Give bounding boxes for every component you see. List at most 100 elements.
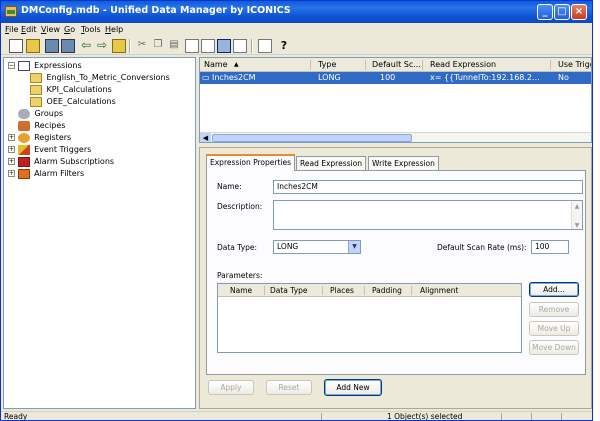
collapse-icon[interactable]: − (8, 62, 15, 69)
scroll-up-icon[interactable]: ▲ (572, 201, 582, 210)
column-header-use-trigger[interactable]: Use Trigg (558, 60, 591, 69)
tree-node-recipes[interactable]: Recipes (18, 120, 65, 131)
properties-panel: Expression Properties Read Expression Wr… (199, 147, 592, 409)
column-header-default-scan[interactable]: Default Sc... (372, 60, 421, 69)
tree-node-alarm-subscriptions[interactable]: + Alarm Subscriptions (8, 156, 114, 167)
menu-view[interactable]: View (41, 25, 60, 34)
tree-node-event-triggers[interactable]: + Event Triggers (8, 144, 91, 155)
toolbar-separator (251, 39, 253, 53)
parameters-table[interactable]: Name Data Type Places Padding Alignment (217, 283, 522, 353)
move-up-button[interactable]: Move Up (529, 321, 579, 336)
status-text: Ready (4, 412, 28, 421)
scroll-left-icon[interactable]: ◀ (200, 133, 211, 142)
horizontal-scrollbar[interactable]: ◀ (200, 132, 591, 142)
add-parameter-button[interactable]: Add... (529, 282, 579, 297)
chevron-down-icon[interactable]: ▼ (348, 241, 360, 253)
tree-node-english-to-metric[interactable]: English_To_Metric_Conversions (30, 72, 170, 83)
menu-tools[interactable]: Tools (81, 25, 101, 34)
param-col-data-type[interactable]: Data Type (270, 286, 308, 295)
disconnect-icon[interactable] (61, 39, 75, 53)
tree-label: Alarm Subscriptions (34, 157, 115, 166)
properties-icon[interactable] (258, 39, 272, 53)
move-down-button[interactable]: Move Down (529, 340, 579, 355)
tree-node-kpi[interactable]: KPI_Calculations (30, 84, 112, 95)
data-type-select[interactable]: LONG ▼ (273, 240, 361, 254)
scroll-down-icon[interactable]: ▼ (572, 220, 582, 229)
param-col-name[interactable]: Name (230, 286, 252, 295)
expand-icon[interactable]: + (8, 170, 15, 177)
copy-icon[interactable]: ❐ (151, 39, 165, 53)
new-icon[interactable] (9, 39, 23, 53)
add-new-button[interactable]: Add New (324, 379, 382, 396)
column-header-name[interactable]: Name (204, 60, 228, 69)
tab-write-expression[interactable]: Write Expression (368, 156, 439, 170)
view-list-icon[interactable] (185, 39, 199, 53)
filter-icon (17, 168, 30, 179)
list-header: Name ▲ Type Default Sc... Read Expressio… (200, 58, 591, 72)
scrollbar-thumb[interactable] (212, 134, 412, 142)
tree-label: KPI_Calculations (46, 85, 112, 94)
expression-list[interactable]: Name ▲ Type Default Sc... Read Expressio… (199, 57, 592, 143)
column-separator[interactable] (322, 286, 323, 295)
expand-icon[interactable]: + (8, 146, 15, 153)
paste-icon[interactable]: ▤ (167, 39, 181, 53)
apply-button[interactable]: Apply (208, 380, 254, 395)
title-bar[interactable]: DMConfig.mdb - Unified Data Manager by I… (1, 1, 592, 23)
column-separator[interactable] (364, 286, 365, 295)
selection-count: 1 Object(s) selected (387, 412, 463, 421)
close-button[interactable]: × (571, 4, 587, 20)
tree-label: Recipes (34, 121, 66, 130)
tree-node-registers[interactable]: + Registers (8, 132, 71, 143)
tree-node-expressions[interactable]: − Expressions (8, 60, 82, 71)
param-col-places[interactable]: Places (330, 286, 354, 295)
tree-node-groups[interactable]: Groups (18, 108, 63, 119)
view-panel-icon[interactable] (233, 39, 247, 53)
sort-ascending-icon: ▲ (234, 61, 239, 68)
expand-icon[interactable]: + (8, 158, 15, 165)
back-arrow-icon[interactable]: ⇦ (79, 39, 93, 53)
column-header-read-expression[interactable]: Read Expression (430, 60, 496, 69)
description-scrollbar[interactable]: ▲ ▼ (571, 201, 582, 229)
cell-name: Inches2CM (212, 73, 256, 82)
name-field[interactable]: Inches2CM (273, 180, 583, 194)
column-separator[interactable] (422, 60, 423, 70)
parameters-header: Name Data Type Places Padding Alignment (218, 284, 521, 297)
tab-expression-properties[interactable]: Expression Properties (206, 154, 295, 171)
main-window: DMConfig.mdb - Unified Data Manager by I… (0, 0, 593, 421)
help-icon[interactable]: ? (277, 39, 291, 53)
connect-icon[interactable] (45, 39, 59, 53)
description-field[interactable]: ▲ ▼ (273, 200, 583, 230)
column-separator[interactable] (264, 286, 265, 295)
menu-go[interactable]: Go (64, 25, 75, 34)
maximize-button[interactable]: □ (554, 4, 570, 20)
remove-parameter-button[interactable]: Remove (529, 302, 579, 317)
column-separator[interactable] (550, 60, 551, 70)
minimize-button[interactable]: _ (537, 4, 553, 20)
menu-edit[interactable]: Edit (21, 25, 37, 34)
expand-icon[interactable]: + (8, 134, 15, 141)
tree-node-oee[interactable]: OEE_Calculations (30, 96, 116, 107)
view-details-icon[interactable] (201, 39, 215, 53)
view-split-icon[interactable] (217, 39, 231, 53)
reset-button[interactable]: Reset (266, 380, 312, 395)
column-header-type[interactable]: Type (318, 60, 336, 69)
tree-label: OEE_Calculations (46, 97, 116, 106)
column-separator[interactable] (310, 60, 311, 70)
table-row[interactable]: ▭ Inches2CM LONG 100 x= {{TunnelTo:192.1… (200, 72, 591, 84)
forward-arrow-icon[interactable]: ⇨ (95, 39, 109, 53)
param-col-padding[interactable]: Padding (372, 286, 402, 295)
menu-help[interactable]: Help (105, 25, 123, 34)
param-col-alignment[interactable]: Alignment (420, 286, 458, 295)
status-bar: Ready 1 Object(s) selected (1, 411, 592, 421)
open-folder-icon[interactable] (26, 39, 40, 53)
tree-node-alarm-filters[interactable]: + Alarm Filters (8, 168, 84, 179)
tree-pane[interactable]: − Expressions English_To_Metric_Conversi… (3, 57, 196, 409)
column-separator[interactable] (411, 286, 412, 295)
scan-rate-field[interactable]: 100 (531, 240, 569, 254)
cut-icon[interactable]: ✂ (135, 39, 149, 53)
column-separator[interactable] (365, 60, 366, 70)
menu-file[interactable]: File (5, 25, 18, 34)
tab-read-expression[interactable]: Read Expression (296, 156, 366, 170)
menu-bar: File Edit View Go Tools Help (1, 23, 592, 37)
up-folder-icon[interactable] (112, 39, 126, 53)
